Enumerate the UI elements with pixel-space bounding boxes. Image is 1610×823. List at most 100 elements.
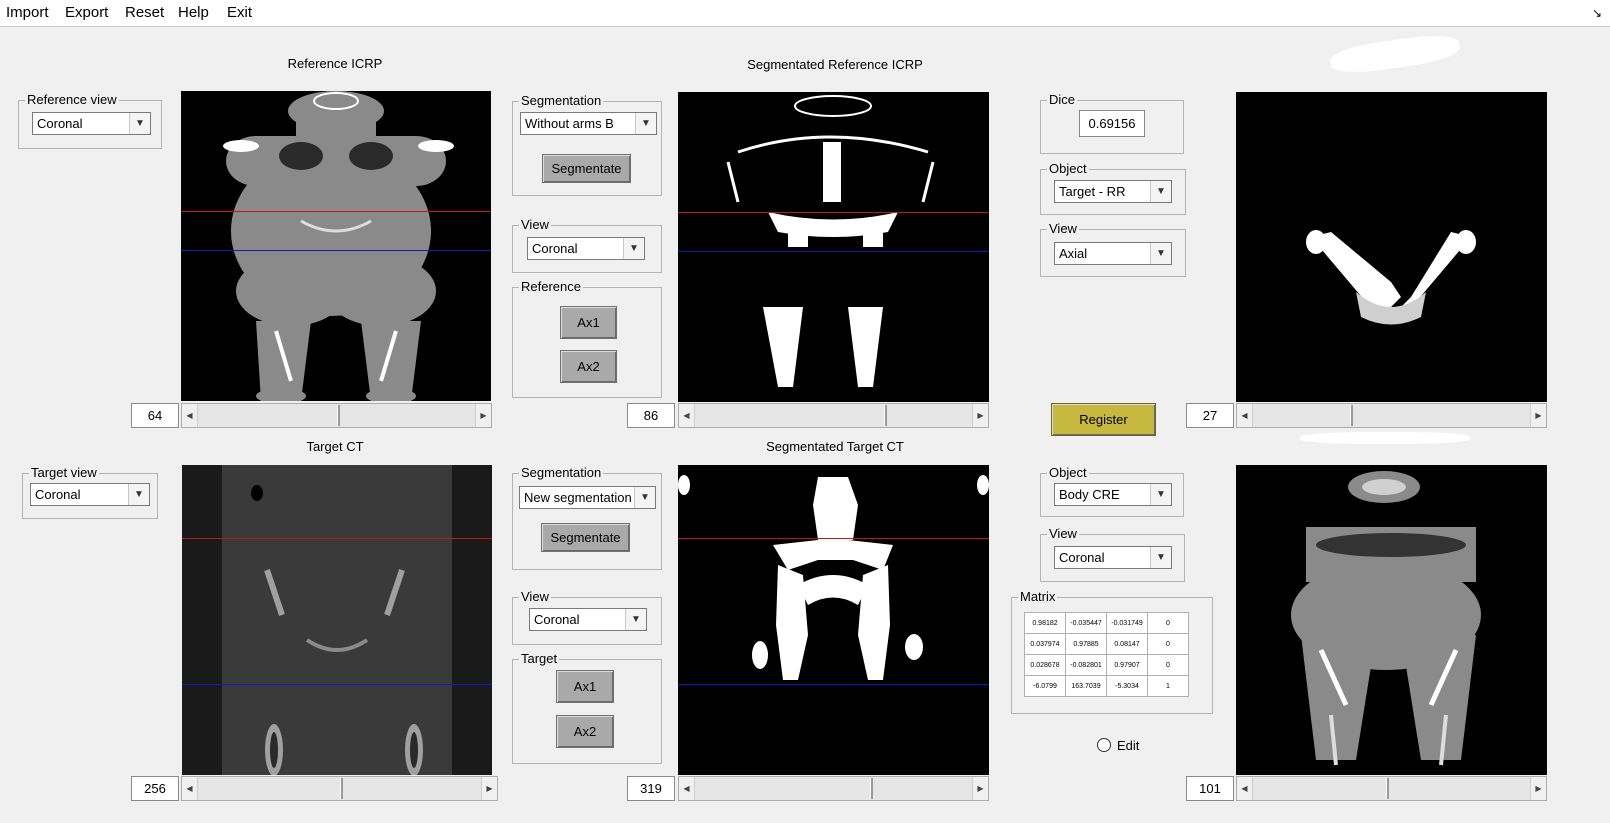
- registered-top-graphic: [1306, 230, 1476, 325]
- menu-exit[interactable]: Exit: [227, 4, 252, 21]
- view-bottom-select[interactable]: Coronal ▼: [1054, 546, 1172, 569]
- edit-radio[interactable]: [1097, 738, 1111, 752]
- register-button[interactable]: Register: [1051, 403, 1156, 436]
- dice-label: Dice: [1047, 92, 1078, 107]
- matrix-cell[interactable]: -0.082801: [1065, 654, 1107, 676]
- seg-ref-slice-number[interactable]: 86: [627, 403, 675, 428]
- ref-view-panel: View Coronal ▼: [512, 217, 662, 273]
- slider-thumb[interactable]: [339, 778, 343, 799]
- reference-icrp-image[interactable]: [181, 91, 491, 401]
- matrix-row: 0.028678 -0.082801 0.97907 0: [1024, 654, 1189, 676]
- slider-thumb[interactable]: [1349, 405, 1353, 426]
- arrow-right-icon[interactable]: ▶: [475, 404, 491, 427]
- menu-export[interactable]: Export: [65, 4, 108, 21]
- target-ax1-button[interactable]: Ax1: [556, 670, 614, 703]
- matrix-cell[interactable]: -0.031749: [1106, 612, 1148, 634]
- slider-thumb[interactable]: [883, 405, 887, 426]
- slider-thumb[interactable]: [869, 778, 873, 799]
- ref-view-label: View: [519, 217, 551, 232]
- matrix-cell[interactable]: 0.98182: [1024, 612, 1066, 634]
- blue-slice-line: [181, 250, 491, 251]
- matrix-cell[interactable]: 0.028678: [1024, 654, 1066, 676]
- menu-bar: Import Export Reset Help Exit ↘: [0, 0, 1610, 27]
- matrix-cell[interactable]: 0: [1147, 654, 1189, 676]
- tgt-view-select[interactable]: Coronal ▼: [529, 608, 647, 631]
- matrix-cell[interactable]: 1: [1147, 675, 1189, 697]
- chevron-down-icon: ▼: [129, 113, 150, 134]
- reg-bottom-slice-slider[interactable]: ◀ ▶: [1236, 776, 1547, 801]
- reference-view-label: Reference view: [25, 92, 119, 107]
- ref-segmentation-value: Without arms B: [525, 116, 614, 131]
- menu-import[interactable]: Import: [6, 4, 49, 21]
- menu-help[interactable]: Help: [178, 4, 209, 21]
- matrix-cell[interactable]: 0: [1147, 612, 1189, 634]
- matrix-cell[interactable]: -0.035447: [1065, 612, 1107, 634]
- slider-thumb[interactable]: [336, 405, 340, 426]
- view-top-select[interactable]: Axial ▼: [1054, 242, 1172, 265]
- arrow-right-icon[interactable]: ▶: [1530, 404, 1546, 427]
- arrow-left-icon[interactable]: ◀: [182, 777, 198, 800]
- arrow-left-icon[interactable]: ◀: [679, 404, 695, 427]
- slider-thumb[interactable]: [1385, 778, 1389, 799]
- arrow-left-icon[interactable]: ◀: [679, 777, 695, 800]
- arrow-right-icon[interactable]: ▶: [972, 404, 988, 427]
- tgt-segmentation-panel: Segmentation New segmentation ▼ Segmenta…: [512, 465, 662, 570]
- segmented-target-image[interactable]: [678, 465, 989, 775]
- seg-target-slice-slider[interactable]: ◀ ▶: [678, 776, 989, 801]
- matrix-row: -6.0799 163.7039 -5.3034 1: [1024, 675, 1189, 697]
- registered-top-image[interactable]: [1236, 92, 1547, 402]
- target-view-select[interactable]: Coronal ▼: [30, 483, 150, 506]
- tgt-segmentation-label: Segmentation: [519, 465, 604, 480]
- arrow-right-icon[interactable]: ▶: [481, 777, 497, 800]
- ref-view-value: Coronal: [532, 241, 578, 256]
- matrix-row: 0.98182 -0.035447 -0.031749 0: [1024, 612, 1189, 634]
- ref-view-select[interactable]: Coronal ▼: [527, 237, 645, 260]
- arrow-left-icon[interactable]: ◀: [182, 404, 198, 427]
- blue-slice-line: [182, 684, 492, 685]
- segmented-reference-image[interactable]: [678, 92, 989, 402]
- menu-reset[interactable]: Reset: [125, 4, 164, 21]
- chevron-down-icon: ▼: [634, 487, 655, 508]
- dock-arrow-icon[interactable]: ↘: [1592, 6, 1602, 20]
- matrix-table[interactable]: 0.98182 -0.035447 -0.031749 0 0.037974 0…: [1024, 612, 1189, 697]
- reference-ax1-button[interactable]: Ax1: [560, 306, 617, 339]
- reg-top-slice-slider[interactable]: ◀ ▶: [1236, 403, 1547, 428]
- reference-view-select[interactable]: Coronal ▼: [32, 112, 151, 135]
- ref-slice-number[interactable]: 64: [131, 403, 179, 428]
- arrow-right-icon[interactable]: ▶: [1530, 777, 1546, 800]
- ref-segmentation-select[interactable]: Without arms B ▼: [520, 112, 657, 135]
- arrow-left-icon[interactable]: ◀: [1237, 404, 1253, 427]
- chevron-down-icon: ▼: [1150, 547, 1171, 568]
- ref-slice-slider[interactable]: ◀ ▶: [181, 403, 492, 428]
- object-bottom-select[interactable]: Body CRE ▼: [1054, 483, 1172, 506]
- chevron-down-icon: ▼: [625, 609, 646, 630]
- matrix-cell[interactable]: 0.08147: [1106, 633, 1148, 655]
- view-top-panel: View Axial ▼: [1040, 221, 1186, 277]
- seg-target-slice-number[interactable]: 319: [627, 776, 675, 801]
- seg-ref-slice-slider[interactable]: ◀ ▶: [678, 403, 989, 428]
- matrix-cell[interactable]: 0: [1147, 633, 1189, 655]
- tgt-segmentation-select[interactable]: New segmentation ▼: [519, 486, 656, 509]
- view-bottom-value: Coronal: [1059, 550, 1105, 565]
- chevron-down-icon: ▼: [1150, 181, 1171, 202]
- matrix-cell[interactable]: -5.3034: [1106, 675, 1148, 697]
- ref-segmentate-button[interactable]: Segmentate: [542, 154, 631, 183]
- reference-ax2-button[interactable]: Ax2: [560, 350, 617, 383]
- matrix-cell[interactable]: 0.97885: [1065, 633, 1107, 655]
- matrix-cell[interactable]: 163.7039: [1065, 675, 1107, 697]
- object-top-select[interactable]: Target - RR ▼: [1054, 180, 1172, 203]
- arrow-right-icon[interactable]: ▶: [972, 777, 988, 800]
- reg-top-slice-number[interactable]: 27: [1186, 403, 1234, 428]
- target-slice-number[interactable]: 256: [131, 776, 179, 801]
- arrow-left-icon[interactable]: ◀: [1237, 777, 1253, 800]
- target-ct-image[interactable]: [182, 465, 492, 775]
- registered-bottom-image[interactable]: [1236, 465, 1547, 775]
- tgt-segmentate-button[interactable]: Segmentate: [541, 523, 630, 552]
- matrix-cell[interactable]: -6.0799: [1024, 675, 1066, 697]
- reg-bottom-slice-number[interactable]: 101: [1186, 776, 1234, 801]
- target-slice-slider[interactable]: ◀ ▶: [181, 776, 498, 801]
- chevron-down-icon: ▼: [128, 484, 149, 505]
- target-ax2-button[interactable]: Ax2: [556, 715, 614, 748]
- matrix-cell[interactable]: 0.97907: [1106, 654, 1148, 676]
- matrix-cell[interactable]: 0.037974: [1024, 633, 1066, 655]
